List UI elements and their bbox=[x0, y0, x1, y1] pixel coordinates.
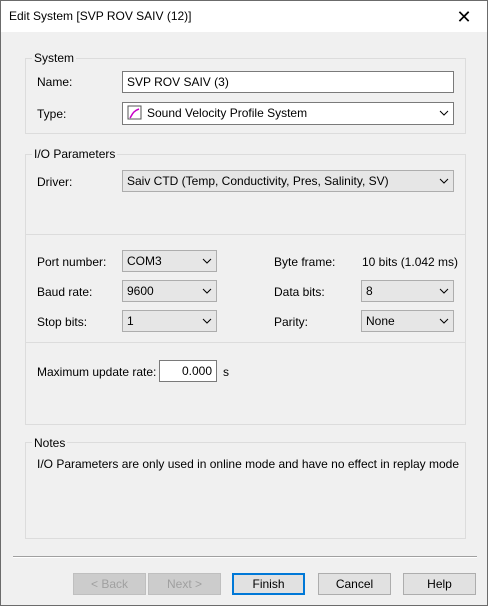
maxrate-label: Maximum update rate: bbox=[37, 365, 157, 379]
name-label: Name: bbox=[37, 75, 73, 89]
chevron-down-icon bbox=[439, 318, 449, 324]
databits-value: 8 bbox=[366, 284, 373, 298]
back-button-label: < Back bbox=[90, 577, 129, 591]
type-label: Type: bbox=[37, 107, 67, 121]
back-button[interactable]: < Back bbox=[73, 573, 146, 595]
driver-value: Saiv CTD (Temp, Conductivity, Pres, Sali… bbox=[127, 174, 389, 188]
chevron-down-icon bbox=[439, 110, 449, 116]
footer-separator-highlight bbox=[13, 557, 477, 558]
notes-group-label: Notes bbox=[32, 436, 68, 450]
finish-button[interactable]: Finish bbox=[232, 573, 305, 595]
help-button-label: Help bbox=[427, 577, 452, 591]
chevron-down-icon bbox=[202, 288, 212, 294]
next-button-label: Next > bbox=[166, 577, 202, 591]
baud-select[interactable]: 9600 bbox=[122, 280, 217, 302]
help-button[interactable]: Help bbox=[403, 573, 476, 595]
finish-button-label: Finish bbox=[252, 577, 285, 591]
window-title: Edit System [SVP ROV SAIV (12)] bbox=[9, 9, 192, 23]
type-select[interactable]: Sound Velocity Profile System bbox=[122, 102, 454, 125]
chevron-down-icon bbox=[202, 318, 212, 324]
cancel-button-label: Cancel bbox=[335, 577, 374, 591]
io-group-label: I/O Parameters bbox=[32, 147, 118, 161]
byteframe-value: 10 bits (1.042 ms) bbox=[362, 255, 459, 269]
baud-label: Baud rate: bbox=[37, 285, 93, 299]
parity-label: Parity: bbox=[274, 315, 309, 329]
driver-select[interactable]: Saiv CTD (Temp, Conductivity, Pres, Sali… bbox=[122, 170, 454, 192]
chevron-down-icon bbox=[439, 178, 449, 184]
close-icon: ✕ bbox=[456, 6, 472, 27]
chevron-down-icon bbox=[439, 288, 449, 294]
driver-label: Driver: bbox=[37, 175, 73, 189]
databits-select[interactable]: 8 bbox=[361, 280, 454, 302]
next-button[interactable]: Next > bbox=[148, 573, 221, 595]
close-button[interactable]: ✕ bbox=[441, 1, 487, 32]
parity-value: None bbox=[366, 314, 395, 328]
maxrate-unit: s bbox=[223, 365, 229, 379]
byteframe-label: Byte frame: bbox=[274, 255, 336, 269]
notes-text: I/O Parameters are only used in online m… bbox=[37, 457, 460, 471]
stopbits-value: 1 bbox=[127, 314, 134, 328]
stopbits-select[interactable]: 1 bbox=[122, 310, 217, 332]
name-field[interactable]: SVP ROV SAIV (3) bbox=[122, 71, 454, 93]
type-value: Sound Velocity Profile System bbox=[147, 106, 308, 120]
title-bar: Edit System [SVP ROV SAIV (12)] ✕ bbox=[1, 1, 487, 32]
chevron-down-icon bbox=[202, 258, 212, 264]
port-value: COM3 bbox=[127, 254, 162, 268]
port-label: Port number: bbox=[37, 255, 107, 269]
baud-value: 9600 bbox=[127, 284, 154, 298]
system-group-label: System bbox=[32, 51, 77, 65]
name-value: SVP ROV SAIV (3) bbox=[127, 75, 229, 89]
maxrate-field[interactable]: 0.000 bbox=[159, 360, 217, 382]
stopbits-label: Stop bits: bbox=[37, 315, 88, 329]
cancel-button[interactable]: Cancel bbox=[318, 573, 391, 595]
io-divider-top bbox=[26, 234, 465, 235]
svp-icon bbox=[127, 105, 142, 120]
maxrate-value: 0.000 bbox=[181, 364, 212, 378]
io-divider-bottom bbox=[26, 342, 465, 343]
parity-select[interactable]: None bbox=[361, 310, 454, 332]
port-select[interactable]: COM3 bbox=[122, 250, 217, 272]
edit-system-dialog: Edit System [SVP ROV SAIV (12)] ✕ System… bbox=[0, 0, 488, 606]
databits-label: Data bits: bbox=[274, 285, 325, 299]
